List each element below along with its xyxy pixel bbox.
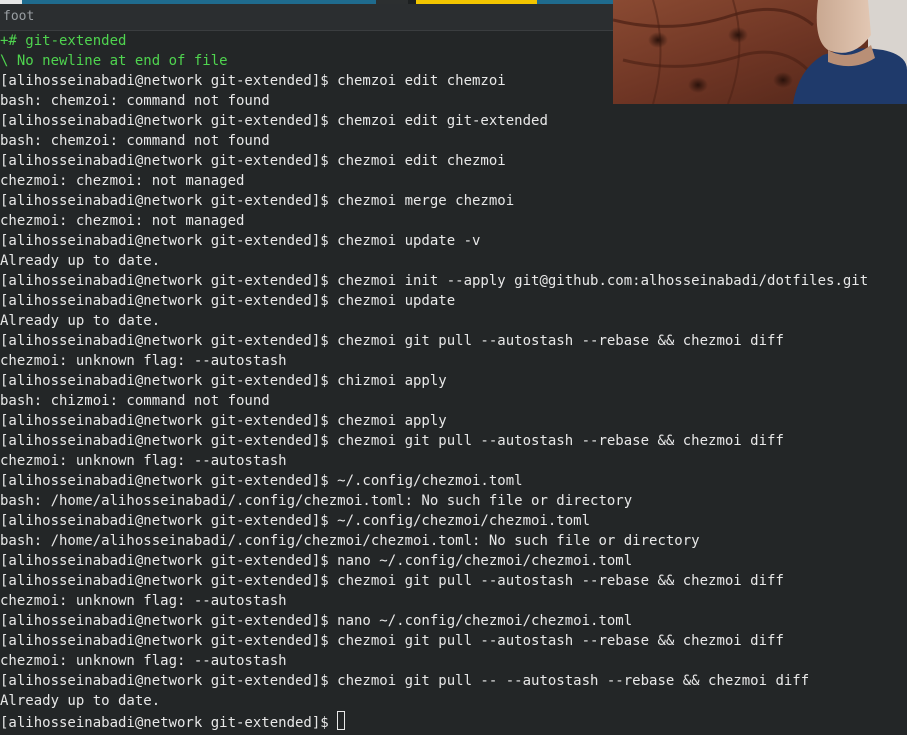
window-title: foot bbox=[3, 9, 35, 24]
webcam-overlay bbox=[613, 0, 907, 104]
output-line: Already up to date. bbox=[0, 313, 161, 329]
command-line: [alihosseinabadi@network git-extended]$ … bbox=[0, 473, 523, 489]
output-line: Already up to date. bbox=[0, 253, 161, 269]
command-line: [alihosseinabadi@network git-extended]$ … bbox=[0, 433, 784, 449]
output-line: Already up to date. bbox=[0, 693, 161, 709]
output-line: bash: /home/alihosseinabadi/.config/chez… bbox=[0, 493, 633, 509]
command-line: [alihosseinabadi@network git-extended]$ … bbox=[0, 613, 633, 629]
output-line: bash: chizmoi: command not found bbox=[0, 393, 270, 409]
command-line: [alihosseinabadi@network git-extended]$ … bbox=[0, 413, 447, 429]
command-line: [alihosseinabadi@network git-extended]$ … bbox=[0, 293, 456, 309]
command-line: [alihosseinabadi@network git-extended]$ … bbox=[0, 113, 548, 129]
output-line: chezmoi: unknown flag: --autostash bbox=[0, 593, 287, 609]
current-prompt: [alihosseinabadi@network git-extended]$ bbox=[0, 715, 338, 731]
command-line: [alihosseinabadi@network git-extended]$ … bbox=[0, 273, 869, 289]
output-line: chezmoi: chezmoi: not managed bbox=[0, 173, 245, 189]
command-line: [alihosseinabadi@network git-extended]$ … bbox=[0, 153, 506, 169]
webcam-image bbox=[613, 0, 907, 104]
current-prompt-line[interactable]: [alihosseinabadi@network git-extended]$ bbox=[0, 711, 907, 731]
output-line: chezmoi: unknown flag: --autostash bbox=[0, 353, 287, 369]
cursor bbox=[337, 711, 346, 730]
command-line: [alihosseinabadi@network git-extended]$ … bbox=[0, 573, 784, 589]
terminal-output[interactable]: +# git-extended \ No newline at end of fi… bbox=[0, 31, 907, 731]
terminal-window: foot +# git-extended \ No newline at end … bbox=[0, 0, 907, 735]
command-line: [alihosseinabadi@network git-extended]$ … bbox=[0, 333, 784, 349]
command-line: [alihosseinabadi@network git-extended]$ … bbox=[0, 673, 810, 689]
command-line: [alihosseinabadi@network git-extended]$ … bbox=[0, 633, 784, 649]
output-line: bash: chemzoi: command not found bbox=[0, 133, 270, 149]
command-line: [alihosseinabadi@network git-extended]$ … bbox=[0, 513, 591, 529]
command-line: [alihosseinabadi@network git-extended]$ … bbox=[0, 553, 633, 569]
output-line: chezmoi: unknown flag: --autostash bbox=[0, 453, 287, 469]
command-line: [alihosseinabadi@network git-extended]$ … bbox=[0, 233, 481, 249]
command-line: [alihosseinabadi@network git-extended]$ … bbox=[0, 373, 447, 389]
output-line: bash: /home/alihosseinabadi/.config/chez… bbox=[0, 533, 700, 549]
command-line: [alihosseinabadi@network git-extended]$ … bbox=[0, 193, 515, 209]
output-line: chezmoi: unknown flag: --autostash bbox=[0, 653, 287, 669]
output-line: chezmoi: chezmoi: not managed bbox=[0, 213, 245, 229]
